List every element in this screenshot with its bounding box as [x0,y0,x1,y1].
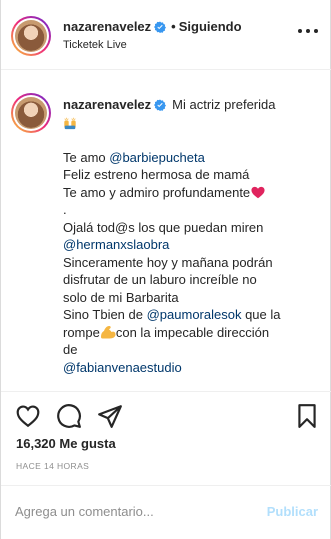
action-bar [1,391,331,441]
post-timestamp[interactable]: HACE 14 HORAS [16,461,89,471]
caption-line: @fabianvenaestudio [63,359,321,377]
avatar[interactable] [11,16,51,56]
caption-avatar[interactable] [11,93,51,133]
caption-line: disfrutar de un laburo increíble no [63,272,257,287]
caption-line: @hermanxslaobra [63,236,321,254]
verified-icon [154,21,167,33]
mention-link[interactable]: @fabianvenaestudio [63,360,182,375]
caption: nazarenavelez Mi actriz preferida Te amo… [1,71,331,391]
bookmark-icon[interactable] [294,403,320,429]
mention-link[interactable]: @barbiepucheta [109,150,205,165]
flexed-biceps-emoji-icon [100,325,116,338]
verified-icon [154,99,167,111]
following-button[interactable]: Siguiendo [179,19,242,34]
header-separator: • [171,19,176,34]
caption-text: nazarenavelez Mi actriz preferida Te amo… [63,96,321,376]
caption-first-line: nazarenavelez Mi actriz preferida [63,96,321,114]
publish-button[interactable]: Publicar [267,504,318,519]
post-header: nazarenavelez • Siguiendo Ticketek Live [1,0,331,70]
mention-link[interactable]: @paumoralesok [147,307,242,322]
location-link[interactable]: Ticketek Live [63,39,127,51]
caption-line: solo de mi Barbarita [63,289,179,305]
caption-line: de [63,342,78,357]
caption-line: Sino Tbien de @paumoralesok que la [63,307,281,322]
post-panel: nazarenavelez • Siguiendo Ticketek Live … [0,0,331,539]
caption-line: Ojalá tod@s los que puedan miren [63,219,264,235]
header-username[interactable]: nazarenavelez [63,19,151,34]
likes-count[interactable]: 16,320 Me gusta [16,436,116,451]
comment-icon[interactable] [56,403,82,429]
mention-link[interactable]: @hermanxslaobra [63,237,169,252]
caption-line: Te amo y admiro profundamente [63,184,321,202]
caption-line: . [63,202,67,217]
comment-bar: Publicar [1,485,331,539]
comment-input[interactable] [15,504,245,519]
caption-line: Sinceramente hoy y mañana podrán [63,254,273,270]
caption-username[interactable]: nazarenavelez [63,96,151,114]
caption-line: rompe con la impecable dirección [63,324,270,340]
raising-hands-emoji-icon [63,114,321,132]
caption-line: Te amo @barbiepucheta [63,149,205,165]
share-icon[interactable] [97,403,123,429]
caption-line: Feliz estreno hermosa de mamá [63,167,250,182]
heart-icon[interactable] [15,403,41,429]
header-user-line: nazarenavelez • Siguiendo [63,19,242,34]
heart-emoji-icon [251,186,265,198]
caption-first-text: Mi actriz preferida [172,97,276,112]
more-options-icon[interactable] [298,26,318,36]
